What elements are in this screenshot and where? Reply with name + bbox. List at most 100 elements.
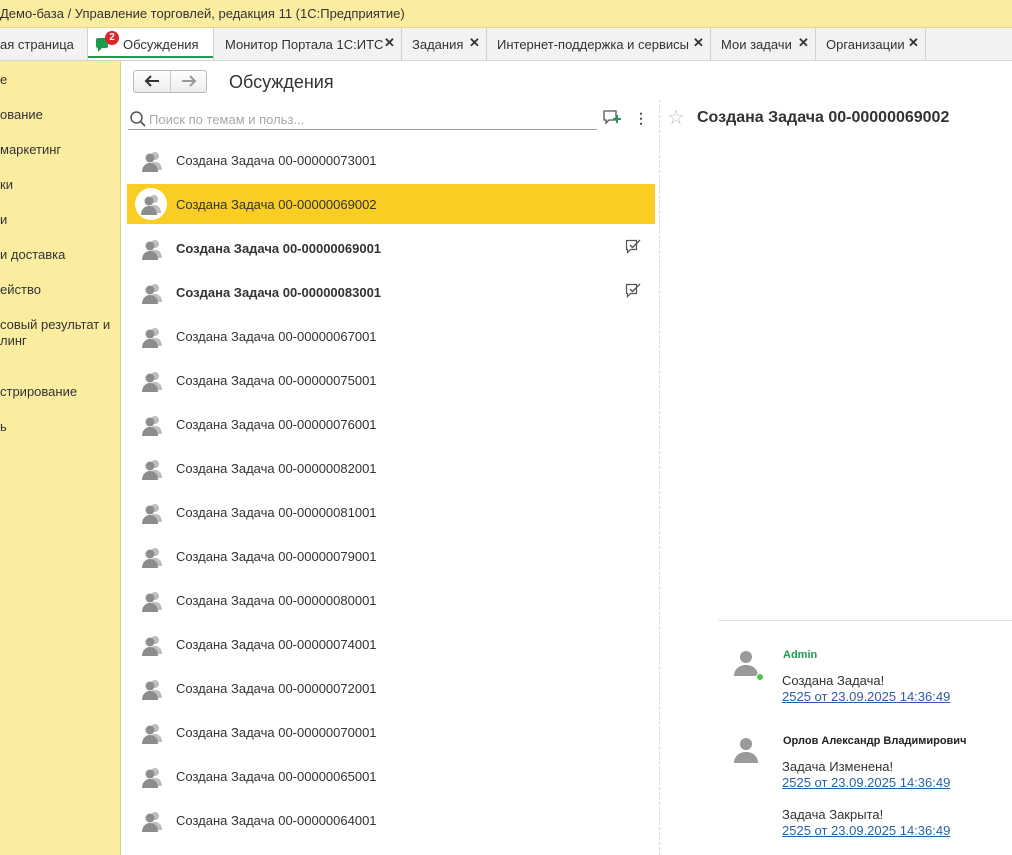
- discussion-title: Создана Задача 00-00000076001: [176, 417, 377, 432]
- tab-discussions[interactable]: 2 Обсуждения: [88, 28, 214, 60]
- message-link[interactable]: 2525 от 23.09.2025 14:36:49: [782, 689, 950, 704]
- sidebar-item-continued[interactable]: линг: [0, 333, 120, 349]
- sidebar-item[interactable]: ование: [0, 107, 120, 123]
- tab-label: Обсуждения: [123, 37, 199, 52]
- discussion-title: Создана Задача 00-00000082001: [176, 461, 377, 476]
- discussion-title: Создана Задача 00-00000079001: [176, 549, 377, 564]
- sidebar-item[interactable]: совый результат и: [0, 317, 120, 333]
- sidebar-item[interactable]: и: [0, 212, 120, 228]
- sidebar-item[interactable]: ки: [0, 177, 120, 193]
- users-icon: [142, 240, 162, 260]
- tab-my-tasks[interactable]: Мои задачи ✕: [711, 28, 816, 60]
- arrow-left-icon: [144, 75, 159, 87]
- back-button[interactable]: [134, 71, 170, 92]
- discussion-title: Создана Задача 00-00000069001: [176, 241, 382, 256]
- star-icon[interactable]: ☆: [667, 107, 685, 129]
- users-icon: [142, 636, 162, 656]
- discussion-title: Создана Задача 00-00000070001: [176, 725, 377, 740]
- message-link[interactable]: 2525 от 23.09.2025 14:36:49: [782, 775, 950, 790]
- users-icon: [142, 680, 162, 700]
- close-icon[interactable]: ✕: [469, 35, 480, 51]
- search-box: [128, 108, 597, 130]
- discussion-item[interactable]: Создана Задача 00-00000079001: [127, 536, 655, 576]
- tab-bar: ая страница 2 Обсуждения Монитор Портала…: [0, 28, 1012, 61]
- tab-internet-support[interactable]: Интернет-поддержка и сервисы ✕: [487, 28, 711, 60]
- sidebar-item[interactable]: маркетинг: [0, 142, 120, 158]
- discussion-item[interactable]: Создана Задача 00-00000074001: [127, 624, 655, 664]
- discussion-item[interactable]: Создана Задача 00-00000076001: [127, 404, 655, 444]
- discussion-item[interactable]: Создана Задача 00-00000080001: [127, 580, 655, 620]
- users-icon: [135, 188, 167, 220]
- discussion-title: Создана Задача 00-00000073001: [176, 153, 377, 168]
- discussion-item[interactable]: Создана Задача 00-00000083001: [127, 272, 655, 312]
- discussion-item[interactable]: Создана Задача 00-00000075001: [127, 360, 655, 400]
- tab-home[interactable]: ая страница: [0, 28, 88, 60]
- discussion-item[interactable]: Создана Задача 00-00000065001: [127, 756, 655, 796]
- pane-splitter[interactable]: [659, 100, 660, 855]
- users-icon: [142, 416, 162, 436]
- tab-label: Задания: [412, 37, 464, 52]
- users-icon: [142, 284, 162, 304]
- sidebar-item[interactable]: ь: [0, 419, 120, 435]
- discussion-list: Создана Задача 00-00000073001 Создана За…: [127, 140, 655, 855]
- tab-label: Интернет-поддержка и сервисы: [497, 37, 690, 52]
- users-icon: [142, 724, 162, 744]
- close-icon[interactable]: ✕: [693, 35, 704, 51]
- tab-label: Монитор Портала 1С:ИТС: [225, 37, 384, 52]
- sections-panel: е ование маркетинг ки и и доставка ейств…: [0, 61, 121, 855]
- discussion-item-partial[interactable]: [127, 844, 655, 855]
- users-icon: [142, 812, 162, 832]
- discussion-item[interactable]: Создана Задача 00-00000073001: [127, 140, 655, 180]
- users-icon: [142, 328, 162, 348]
- discussion-item[interactable]: Создана Задача 00-00000064001: [127, 800, 655, 840]
- close-icon[interactable]: ✕: [908, 35, 919, 51]
- tab-tasks[interactable]: Задания ✕: [402, 28, 487, 60]
- discussion-detail-title: Создана Задача 00-00000069002: [697, 109, 950, 126]
- tab-its-monitor[interactable]: Монитор Портала 1С:ИТС ✕: [214, 28, 402, 60]
- users-icon: [142, 548, 162, 568]
- sidebar-item[interactable]: е: [0, 72, 120, 88]
- close-icon[interactable]: ✕: [384, 35, 395, 51]
- discussion-item[interactable]: Создана Задача 00-00000072001: [127, 668, 655, 708]
- chat-check-icon[interactable]: [625, 283, 641, 299]
- discussion-title: Создана Задача 00-00000080001: [176, 593, 377, 608]
- discussion-title: Создана Задача 00-00000067001: [176, 329, 377, 344]
- tab-label: Организации: [826, 37, 905, 52]
- discussion-item-selected[interactable]: Создана Задача 00-00000069002: [127, 184, 655, 224]
- sidebar-item[interactable]: ейство: [0, 282, 120, 298]
- discussion-item[interactable]: Создана Задача 00-00000081001: [127, 492, 655, 532]
- page-title: Обсуждения: [229, 72, 334, 92]
- discussion-title: Создана Задача 00-00000064001: [176, 813, 377, 828]
- message-link[interactable]: 2525 от 23.09.2025 14:36:49: [782, 823, 950, 838]
- users-icon: [142, 504, 162, 524]
- users-icon: [142, 768, 162, 788]
- message-text: Задача Изменена!: [782, 759, 894, 774]
- avatar: [734, 738, 758, 763]
- discussion-item[interactable]: Создана Задача 00-00000067001: [127, 316, 655, 356]
- add-discussion-icon[interactable]: [602, 109, 622, 127]
- sidebar-item[interactable]: и доставка: [0, 247, 120, 263]
- discussion-title: Создана Задача 00-00000074001: [176, 637, 377, 652]
- discussion-title: Создана Задача 00-00000083001: [176, 285, 382, 300]
- sidebar-item[interactable]: стрирование: [0, 384, 120, 400]
- discussion-title: Создана Задача 00-00000075001: [176, 373, 377, 388]
- tab-organizations[interactable]: Организации ✕: [816, 28, 926, 60]
- chat-check-icon[interactable]: [625, 239, 641, 255]
- users-icon: [142, 592, 162, 612]
- close-icon[interactable]: ✕: [798, 35, 809, 51]
- message-author: Орлов Александр Владимирович: [783, 735, 967, 747]
- discussion-title: Создана Задача 00-00000072001: [176, 681, 377, 696]
- discussion-item[interactable]: Создана Задача 00-00000069001: [127, 228, 655, 268]
- forward-button[interactable]: [171, 71, 207, 92]
- users-icon: [142, 372, 162, 392]
- online-status-indicator: [756, 673, 764, 681]
- discussion-title: Создана Задача 00-00000081001: [176, 505, 377, 520]
- window-title: Демо-база / Управление торговлей, редакц…: [0, 6, 405, 21]
- message-author: Admin: [783, 649, 818, 661]
- arrow-right-icon: [182, 75, 197, 87]
- discussion-title: Создана Задача 00-00000069002: [176, 197, 377, 212]
- search-input[interactable]: [149, 110, 589, 128]
- more-actions-icon[interactable]: ⋮: [634, 110, 648, 126]
- discussion-item[interactable]: Создана Задача 00-00000070001: [127, 712, 655, 752]
- discussion-item[interactable]: Создана Задача 00-00000082001: [127, 448, 655, 488]
